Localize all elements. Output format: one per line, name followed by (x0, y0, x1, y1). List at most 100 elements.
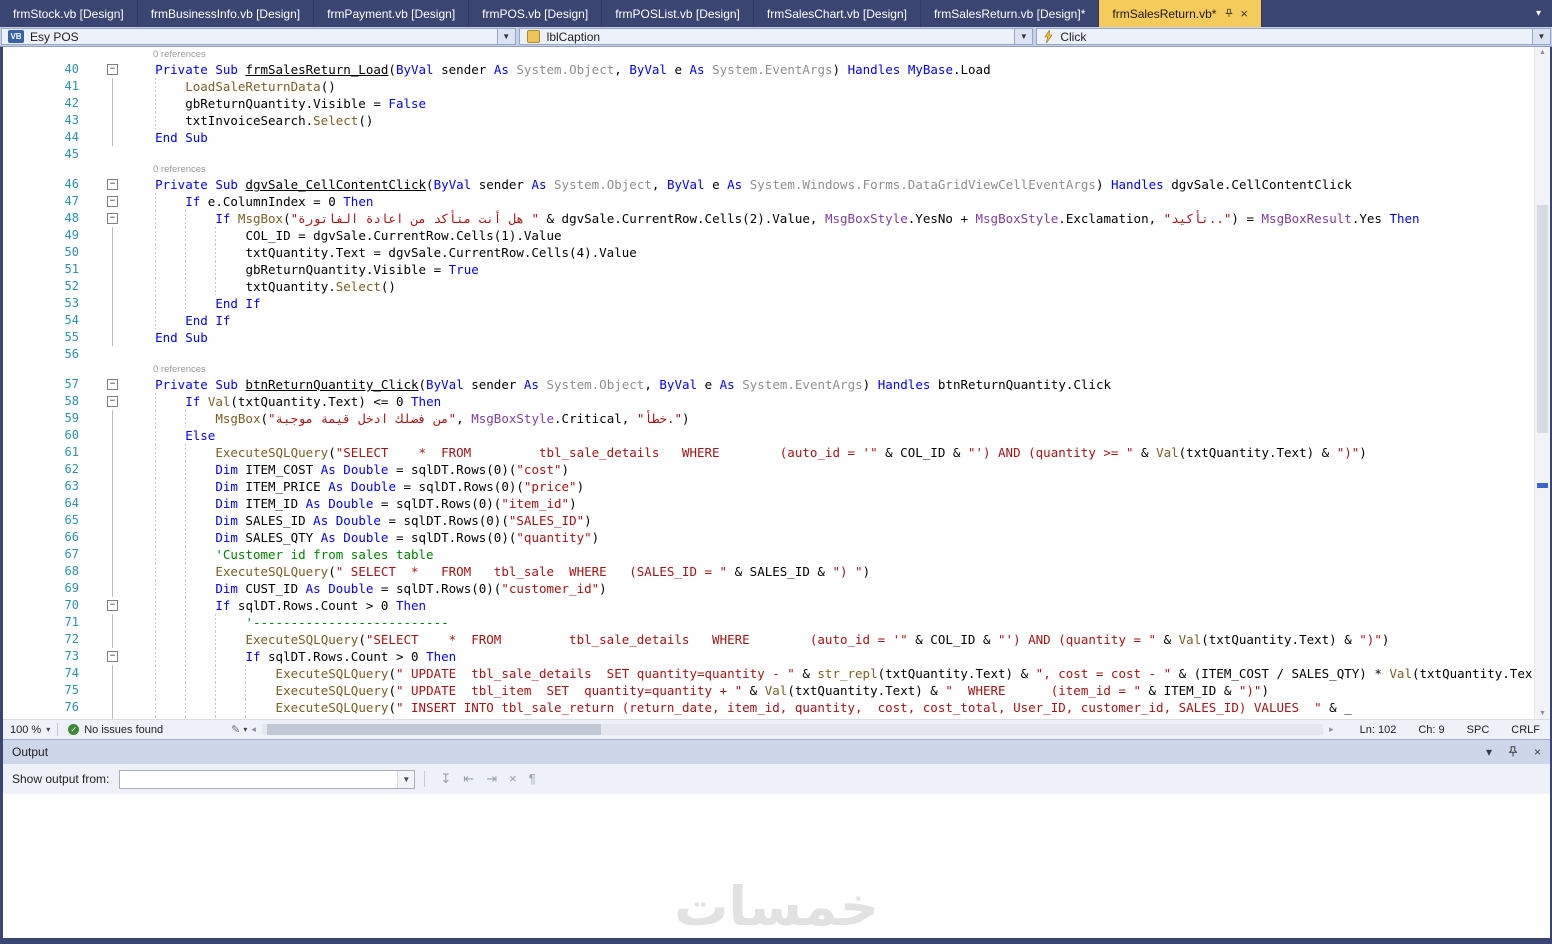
tab-frmbusinessinfo-vb-design-[interactable]: frmBusinessInfo.vb [Design] (138, 0, 315, 27)
scroll-left-icon[interactable]: ◂ (247, 724, 260, 735)
code-line-47[interactable]: 47 − If e.ColumnIndex = 0 Then (3, 193, 1535, 210)
line-number: 69 (64, 581, 79, 595)
code-line-61[interactable]: 61 ExecuteSQLQuery("SELECT * FROM tbl_sa… (3, 444, 1535, 461)
output-content[interactable]: خمسات (3, 794, 1550, 938)
code-cleanup-button[interactable]: ✎ ▾ (231, 723, 247, 736)
codelens-references[interactable]: 0 references (3, 363, 1535, 376)
collapse-box-icon[interactable]: − (107, 600, 118, 611)
code-line-53[interactable]: 53 End If (3, 295, 1535, 312)
clear-all-icon[interactable]: × (509, 771, 517, 786)
code-line-63[interactable]: 63 Dim ITEM_PRICE As Double = sqlDT.Rows… (3, 478, 1535, 495)
tab-frmsalesreturn-vb-design-[interactable]: frmSalesReturn.vb [Design]* (921, 0, 1100, 27)
code-editor[interactable]: 0 references 40− Private Sub frmSalesRetu… (3, 47, 1550, 719)
codelens-references[interactable]: 0 references (3, 163, 1535, 176)
outline-line (112, 563, 113, 580)
code-line-71[interactable]: 71 '-------------------------- (3, 614, 1535, 631)
column-indicator[interactable]: Ch: 9 (1418, 724, 1444, 736)
chevron-down-icon[interactable]: ▼ (1532, 29, 1551, 44)
code-line-52[interactable]: 52 txtQuantity.Select() (3, 278, 1535, 295)
scroll-up-icon[interactable]: ▲ (1535, 49, 1550, 56)
line-ending-indicator[interactable]: CRLF (1511, 724, 1540, 736)
code-line-46[interactable]: 46 − Private Sub dgvSale_CellContentClick… (3, 176, 1535, 193)
code-line-74[interactable]: 74 ExecuteSQLQuery(" UPDATE tbl_sale_det… (3, 665, 1535, 682)
code-line-43[interactable]: 43 txtInvoiceSearch.Select() (3, 112, 1535, 129)
collapse-box-icon[interactable]: − (107, 64, 118, 75)
code-line-62[interactable]: 62 Dim ITEM_COST As Double = sqlDT.Rows(… (3, 461, 1535, 478)
code-line-66[interactable]: 66 Dim SALES_QTY As Double = sqlDT.Rows(… (3, 529, 1535, 546)
scroll-down-icon[interactable]: ▼ (1535, 710, 1550, 717)
code-line-42[interactable]: 42 gbReturnQuantity.Visible = False (3, 95, 1535, 112)
document-health-indicator[interactable]: ✓ No issues found (68, 724, 163, 736)
close-icon[interactable]: × (1534, 746, 1541, 758)
horizontal-scrollbar[interactable] (261, 724, 1324, 735)
code-line-41[interactable]: 41 LoadSaleReturnData() (3, 78, 1535, 95)
collapse-box-icon[interactable]: − (107, 196, 118, 207)
code-line-73[interactable]: 73 − If sqlDT.Rows.Count > 0 Then (3, 648, 1535, 665)
code-line-67[interactable]: 67 'Customer id from sales table (3, 546, 1535, 563)
codelens-references[interactable]: 0 references (3, 49, 1535, 61)
chevron-down-icon[interactable]: ▼ (1014, 29, 1033, 44)
code-line-68[interactable]: 68 ExecuteSQLQuery(" SELECT * FROM tbl_s… (3, 563, 1535, 580)
document-list-button[interactable]: ▾ (1525, 0, 1552, 27)
code-line-54[interactable]: 54 End If (3, 312, 1535, 329)
window-position-icon[interactable]: ▾ (1486, 746, 1492, 758)
vertical-scrollbar[interactable]: ▲ ▼ (1534, 47, 1550, 719)
code-line-69[interactable]: 69 Dim CUST_ID As Double = sqlDT.Rows(0)… (3, 580, 1535, 597)
close-icon[interactable]: × (1240, 7, 1248, 20)
collapse-box-icon[interactable]: − (107, 379, 118, 390)
next-message-icon[interactable]: ⇥ (486, 771, 497, 786)
scroll-right-icon[interactable]: ▸ (1325, 724, 1338, 735)
code-surface[interactable]: 0 references 40− Private Sub frmSalesRetu… (3, 49, 1535, 719)
code-line-56[interactable]: 56 (3, 346, 1535, 363)
code-line-60[interactable]: 60 Else (3, 427, 1535, 444)
output-source-select[interactable]: ▼ (119, 769, 416, 789)
zoom-select[interactable]: 100 % ▾ (3, 720, 57, 739)
pin-icon[interactable] (1225, 7, 1234, 21)
tab-frmsaleschart-vb-design-[interactable]: frmSalesChart.vb [Design] (754, 0, 921, 27)
word-wrap-icon[interactable]: ¶ (529, 771, 536, 786)
collapse-box-icon[interactable]: − (107, 396, 118, 407)
tab-frmsalesreturn-vb-[interactable]: frmSalesReturn.vb* × (1099, 0, 1263, 27)
pin-icon[interactable] (1508, 745, 1518, 759)
code-line-76[interactable]: 76 ExecuteSQLQuery(" INSERT INTO tbl_sal… (3, 699, 1535, 716)
code-line-55[interactable]: 55 End Sub (3, 329, 1535, 346)
code-line-72[interactable]: 72 ExecuteSQLQuery("SELECT * FROM tbl_sa… (3, 631, 1535, 648)
output-panel-header[interactable]: Output ▾ × (3, 739, 1550, 764)
object-dropdown[interactable]: lblCaption ▼ (518, 28, 1034, 45)
line-indicator[interactable]: Ln: 102 (1360, 724, 1397, 736)
spaces-indicator[interactable]: SPC (1467, 724, 1490, 736)
code-line-48[interactable]: 48 − If MsgBox("هل أنت متأكد من اعادة الف… (3, 210, 1535, 227)
code-line-65[interactable]: 65 Dim SALES_ID As Double = sqlDT.Rows(0… (3, 512, 1535, 529)
scrollbar-thumb[interactable] (1537, 205, 1548, 433)
code-line-77[interactable]: 77 "('" & COL_ID & "','" & txtQuantity.T… (3, 716, 1535, 719)
code-line-45[interactable]: 45 (3, 146, 1535, 163)
code-line-64[interactable]: 64 Dim ITEM_ID As Double = sqlDT.Rows(0)… (3, 495, 1535, 512)
scrollbar-thumb[interactable] (267, 724, 602, 735)
tab-frmstock-vb-design-[interactable]: frmStock.vb [Design] (0, 0, 138, 27)
tab-frmpos-vb-design-[interactable]: frmPOS.vb [Design] (469, 0, 603, 27)
code-line-40[interactable]: 40 − Private Sub frmSalesReturn_Load(ByVa… (3, 61, 1535, 78)
project-dropdown[interactable]: VB Esy POS ▼ (1, 28, 516, 45)
outline-line (112, 444, 113, 461)
event-dropdown[interactable]: Click ▼ (1036, 28, 1552, 45)
code-line-51[interactable]: 51 gbReturnQuantity.Visible = True (3, 261, 1535, 278)
code-line-70[interactable]: 70 − If sqlDT.Rows.Count > 0 Then (3, 597, 1535, 614)
code-line-50[interactable]: 50 txtQuantity.Text = dgvSale.CurrentRow… (3, 244, 1535, 261)
line-number: 54 (64, 313, 79, 327)
code-line-57[interactable]: 57 − Private Sub btnReturnQuantity_Click(… (3, 376, 1535, 393)
code-line-59[interactable]: 59 MsgBox("من فضلك ادخل قيمة موجبة", Msg… (3, 410, 1535, 427)
collapse-box-icon[interactable]: − (107, 651, 118, 662)
line-number: 45 (64, 147, 79, 161)
collapse-box-icon[interactable]: − (107, 179, 118, 190)
tab-frmpayment-vb-design-[interactable]: frmPayment.vb [Design] (314, 0, 470, 27)
code-line-58[interactable]: 58 − If Val(txtQuantity.Text) <= 0 Then (3, 393, 1535, 410)
find-message-icon[interactable]: ↧ (440, 771, 451, 786)
collapse-box-icon[interactable]: − (107, 213, 118, 224)
code-line-49[interactable]: 49 COL_ID = dgvSale.CurrentRow.Cells(1).… (3, 227, 1535, 244)
previous-message-icon[interactable]: ⇤ (463, 771, 474, 786)
chevron-down-icon[interactable]: ▼ (397, 770, 415, 788)
code-line-75[interactable]: 75 ExecuteSQLQuery(" UPDATE tbl_item SET… (3, 682, 1535, 699)
chevron-down-icon[interactable]: ▼ (496, 29, 515, 44)
tab-frmposlist-vb-design-[interactable]: frmPOSList.vb [Design] (602, 0, 754, 27)
code-line-44[interactable]: 44 End Sub (3, 129, 1535, 146)
